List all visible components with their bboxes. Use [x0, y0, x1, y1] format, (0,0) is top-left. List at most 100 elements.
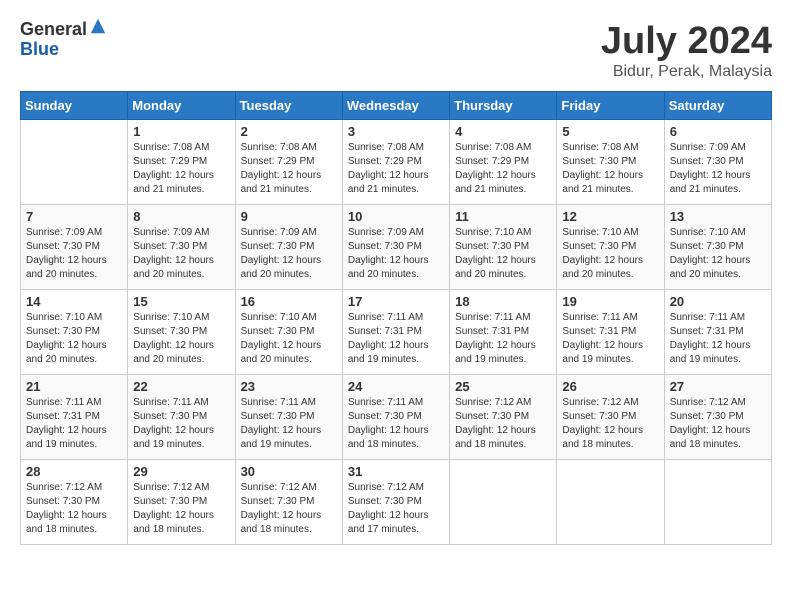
- day-info: Sunrise: 7:11 AM Sunset: 7:31 PM Dayligh…: [670, 311, 766, 367]
- weekday-header: Wednesday: [342, 92, 449, 120]
- title-section: July 2024 Bidur, Perak, Malaysia: [601, 20, 772, 81]
- day-number: 24: [348, 379, 444, 394]
- calendar-week-row: 21 Sunrise: 7:11 AM Sunset: 7:31 PM Dayli…: [21, 375, 772, 460]
- calendar-cell: 8 Sunrise: 7:09 AM Sunset: 7:30 PM Daylig…: [128, 205, 235, 290]
- calendar-cell: 28 Sunrise: 7:12 AM Sunset: 7:30 PM Dayli…: [21, 460, 128, 545]
- calendar-week-row: 14 Sunrise: 7:10 AM Sunset: 7:30 PM Dayli…: [21, 290, 772, 375]
- calendar-cell: 2Sunrise: 7:08 AM Sunset: 7:29 PM Daylig…: [235, 120, 342, 205]
- day-info: Sunrise: 7:11 AM Sunset: 7:31 PM Dayligh…: [562, 311, 658, 367]
- calendar-cell: 26 Sunrise: 7:12 AM Sunset: 7:30 PM Dayli…: [557, 375, 664, 460]
- day-number: 3: [348, 124, 444, 139]
- calendar-cell: 3 Sunrise: 7:08 AM Sunset: 7:29 PM Daylig…: [342, 120, 449, 205]
- day-number: 9: [241, 209, 337, 224]
- main-title: July 2024: [601, 20, 772, 63]
- day-info: Sunrise: 7:08 AM Sunset: 7:30 PM Dayligh…: [562, 141, 658, 197]
- day-number: 5: [562, 124, 658, 139]
- day-number: 4: [455, 124, 551, 139]
- day-info: Sunrise: 7:12 AM Sunset: 7:30 PM Dayligh…: [26, 481, 122, 537]
- day-info: Sunrise: 7:12 AM Sunset: 7:30 PM Dayligh…: [562, 396, 658, 452]
- day-number: 7: [26, 209, 122, 224]
- calendar-week-row: 1 Sunrise: 7:08 AM Sunset: 7:29 PM Daylig…: [21, 120, 772, 205]
- page-header: General Blue July 2024 Bidur, Perak, Mal…: [20, 20, 772, 81]
- day-info: Sunrise: 7:11 AM Sunset: 7:31 PM Dayligh…: [455, 311, 551, 367]
- calendar-cell: 15 Sunrise: 7:10 AM Sunset: 7:30 PM Dayli…: [128, 290, 235, 375]
- day-number: 28: [26, 464, 122, 479]
- day-info: Sunrise: 7:09 AM Sunset: 7:30 PM Dayligh…: [241, 226, 337, 282]
- day-number: 27: [670, 379, 766, 394]
- logo-icon: [89, 17, 107, 35]
- logo-general-text: General: [20, 20, 87, 40]
- day-number: 23: [241, 379, 337, 394]
- calendar-cell: 19 Sunrise: 7:11 AM Sunset: 7:31 PM Dayli…: [557, 290, 664, 375]
- day-number: 18: [455, 294, 551, 309]
- calendar-cell: 30Sunrise: 7:12 AM Sunset: 7:30 PM Dayli…: [235, 460, 342, 545]
- day-info: Sunrise: 7:11 AM Sunset: 7:30 PM Dayligh…: [348, 396, 444, 452]
- calendar-cell: [664, 460, 771, 545]
- day-number: 15: [133, 294, 229, 309]
- calendar-cell: [557, 460, 664, 545]
- calendar-header-row: SundayMondayTuesdayWednesdayThursdayFrid…: [21, 92, 772, 120]
- calendar-cell: 13 Sunrise: 7:10 AM Sunset: 7:30 PM Dayli…: [664, 205, 771, 290]
- calendar-cell: 18 Sunrise: 7:11 AM Sunset: 7:31 PM Dayli…: [450, 290, 557, 375]
- day-info: Sunrise: 7:10 AM Sunset: 7:30 PM Dayligh…: [241, 311, 337, 367]
- day-number: 25: [455, 379, 551, 394]
- day-number: 31: [348, 464, 444, 479]
- day-info: Sunrise: 7:12 AM Sunset: 7:30 PM Dayligh…: [670, 396, 766, 452]
- day-number: 29: [133, 464, 229, 479]
- weekday-header: Friday: [557, 92, 664, 120]
- day-info: Sunrise: 7:11 AM Sunset: 7:31 PM Dayligh…: [26, 396, 122, 452]
- calendar-cell: 11Sunrise: 7:10 AM Sunset: 7:30 PM Dayli…: [450, 205, 557, 290]
- calendar-cell: 16 Sunrise: 7:10 AM Sunset: 7:30 PM Dayli…: [235, 290, 342, 375]
- calendar-cell: 12Sunrise: 7:10 AM Sunset: 7:30 PM Dayli…: [557, 205, 664, 290]
- day-number: 2: [241, 124, 337, 139]
- calendar-cell: 9 Sunrise: 7:09 AM Sunset: 7:30 PM Daylig…: [235, 205, 342, 290]
- day-number: 13: [670, 209, 766, 224]
- calendar-cell: 20Sunrise: 7:11 AM Sunset: 7:31 PM Dayli…: [664, 290, 771, 375]
- day-info: Sunrise: 7:09 AM Sunset: 7:30 PM Dayligh…: [133, 226, 229, 282]
- day-number: 1: [133, 124, 229, 139]
- day-number: 21: [26, 379, 122, 394]
- day-number: 16: [241, 294, 337, 309]
- calendar-cell: 17 Sunrise: 7:11 AM Sunset: 7:31 PM Dayli…: [342, 290, 449, 375]
- day-info: Sunrise: 7:10 AM Sunset: 7:30 PM Dayligh…: [133, 311, 229, 367]
- day-info: Sunrise: 7:10 AM Sunset: 7:30 PM Dayligh…: [670, 226, 766, 282]
- day-number: 14: [26, 294, 122, 309]
- calendar-week-row: 7 Sunrise: 7:09 AM Sunset: 7:30 PM Daylig…: [21, 205, 772, 290]
- day-info: Sunrise: 7:09 AM Sunset: 7:30 PM Dayligh…: [670, 141, 766, 197]
- day-info: Sunrise: 7:12 AM Sunset: 7:30 PM Dayligh…: [455, 396, 551, 452]
- day-info: Sunrise: 7:12 AM Sunset: 7:30 PM Dayligh…: [133, 481, 229, 537]
- calendar-cell: 5 Sunrise: 7:08 AM Sunset: 7:30 PM Daylig…: [557, 120, 664, 205]
- day-number: 19: [562, 294, 658, 309]
- weekday-header: Saturday: [664, 92, 771, 120]
- day-number: 10: [348, 209, 444, 224]
- calendar-week-row: 28 Sunrise: 7:12 AM Sunset: 7:30 PM Dayli…: [21, 460, 772, 545]
- day-info: Sunrise: 7:10 AM Sunset: 7:30 PM Dayligh…: [562, 226, 658, 282]
- calendar-cell: 7 Sunrise: 7:09 AM Sunset: 7:30 PM Daylig…: [21, 205, 128, 290]
- calendar-table: SundayMondayTuesdayWednesdayThursdayFrid…: [20, 91, 772, 545]
- calendar-cell: 1Sunrise: 7:08 AM Sunset: 7:29 PM Daylig…: [128, 120, 235, 205]
- day-info: Sunrise: 7:11 AM Sunset: 7:31 PM Dayligh…: [348, 311, 444, 367]
- logo: General Blue: [20, 20, 107, 60]
- day-info: Sunrise: 7:10 AM Sunset: 7:30 PM Dayligh…: [26, 311, 122, 367]
- weekday-header: Monday: [128, 92, 235, 120]
- day-info: Sunrise: 7:08 AM Sunset: 7:29 PM Dayligh…: [348, 141, 444, 197]
- day-info: Sunrise: 7:09 AM Sunset: 7:30 PM Dayligh…: [26, 226, 122, 282]
- day-info: Sunrise: 7:11 AM Sunset: 7:30 PM Dayligh…: [241, 396, 337, 452]
- logo-blue-text: Blue: [20, 40, 107, 60]
- day-number: 17: [348, 294, 444, 309]
- day-number: 22: [133, 379, 229, 394]
- day-number: 11: [455, 209, 551, 224]
- day-number: 30: [241, 464, 337, 479]
- calendar-cell: 25 Sunrise: 7:12 AM Sunset: 7:30 PM Dayli…: [450, 375, 557, 460]
- weekday-header: Thursday: [450, 92, 557, 120]
- calendar-cell: [450, 460, 557, 545]
- calendar-cell: 6Sunrise: 7:09 AM Sunset: 7:30 PM Daylig…: [664, 120, 771, 205]
- calendar-cell: [21, 120, 128, 205]
- day-number: 8: [133, 209, 229, 224]
- calendar-cell: 31Sunrise: 7:12 AM Sunset: 7:30 PM Dayli…: [342, 460, 449, 545]
- day-info: Sunrise: 7:08 AM Sunset: 7:29 PM Dayligh…: [455, 141, 551, 197]
- calendar-cell: 27 Sunrise: 7:12 AM Sunset: 7:30 PM Dayli…: [664, 375, 771, 460]
- calendar-cell: 14 Sunrise: 7:10 AM Sunset: 7:30 PM Dayli…: [21, 290, 128, 375]
- day-number: 26: [562, 379, 658, 394]
- calendar-cell: 10Sunrise: 7:09 AM Sunset: 7:30 PM Dayli…: [342, 205, 449, 290]
